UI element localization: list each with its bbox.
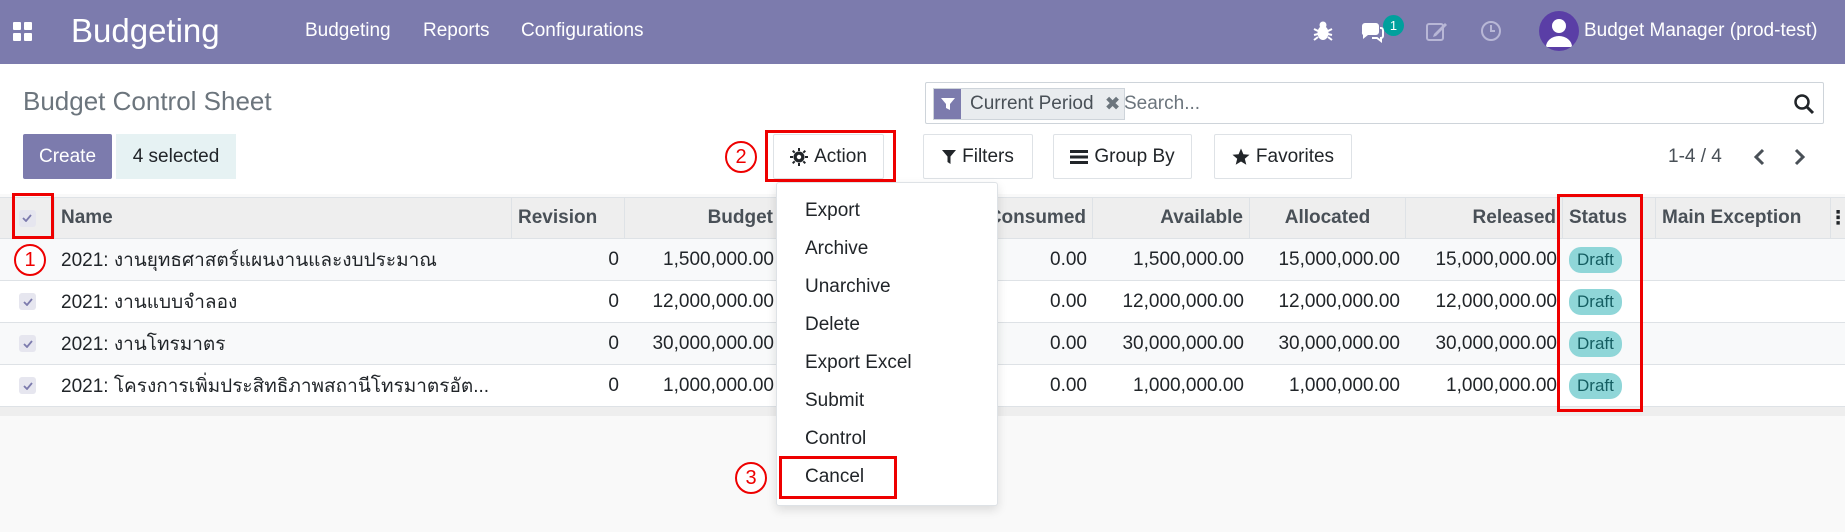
cell-released: 1,000,000.00	[1446, 374, 1557, 396]
clock-icon[interactable]	[1478, 18, 1504, 44]
cell-revision: 0	[608, 290, 619, 312]
cell-allocated: 15,000,000.00	[1278, 248, 1400, 270]
column-header-available[interactable]: Available	[1093, 198, 1250, 238]
row-checkbox[interactable]	[0, 281, 55, 322]
column-header-revision[interactable]: Revision	[512, 198, 625, 238]
message-count-badge: 1	[1383, 15, 1404, 36]
menu-item-submit[interactable]: Submit	[805, 390, 864, 412]
control-panel: Budget Control Sheet Current Period ✖ Cr…	[0, 64, 1845, 194]
facet-label: Current Period	[970, 93, 1094, 114]
cell-name: 2021: งานยุทธศาสตร์แผนงานและงบประมาณ	[61, 249, 437, 271]
menu-configurations[interactable]: Configurations	[521, 20, 644, 42]
menu-item-export[interactable]: Export	[805, 200, 860, 222]
menu-reports[interactable]: Reports	[423, 20, 490, 42]
menu-item-delete[interactable]: Delete	[805, 314, 860, 336]
cell-allocated: 12,000,000.00	[1278, 290, 1400, 312]
cell-main-exception	[1656, 281, 1831, 322]
cell-available: 30,000,000.00	[1122, 332, 1244, 354]
search-icon[interactable]	[1792, 92, 1816, 116]
menu-item-unarchive[interactable]: Unarchive	[805, 276, 891, 298]
cell-released: 30,000,000.00	[1435, 332, 1557, 354]
favorites-button[interactable]: Favorites	[1214, 134, 1352, 179]
column-header-budget[interactable]: Budget	[625, 198, 780, 238]
cell-main-exception	[1656, 239, 1831, 280]
search-box[interactable]: Current Period ✖	[925, 82, 1824, 124]
cell-budget: 1,500,000.00	[663, 248, 774, 270]
menu-budgeting[interactable]: Budgeting	[305, 20, 391, 42]
pager-next-icon[interactable]	[1787, 144, 1813, 170]
user-menu[interactable]: Budget Manager (prod-test)	[1584, 20, 1817, 42]
column-header-main-exception[interactable]: Main Exception	[1656, 198, 1831, 238]
favorites-label: Favorites	[1255, 145, 1335, 167]
page-title: Budget Control Sheet	[23, 86, 272, 116]
annotation-highlight-action	[765, 130, 896, 182]
search-input[interactable]	[1124, 90, 1744, 118]
annotation-highlight-select-all	[12, 193, 54, 239]
cell-main-exception	[1656, 365, 1831, 406]
groupby-button[interactable]: Group By	[1053, 134, 1192, 179]
apps-icon[interactable]	[13, 22, 32, 41]
menu-item-archive[interactable]: Archive	[805, 238, 868, 260]
star-icon	[1232, 148, 1250, 165]
column-header-released[interactable]: Released	[1406, 198, 1563, 238]
cell-budget: 30,000,000.00	[652, 332, 774, 354]
cell-allocated: 1,000,000.00	[1289, 374, 1400, 396]
annotation-highlight-status	[1557, 194, 1643, 412]
facet-remove-icon[interactable]: ✖	[1102, 89, 1124, 119]
avatar[interactable]	[1539, 11, 1579, 51]
annotation-highlight-cancel	[779, 456, 897, 499]
optional-columns-icon[interactable]: ⋮	[1831, 198, 1845, 238]
chat-icon[interactable]	[1359, 18, 1385, 44]
cell-released: 12,000,000.00	[1435, 290, 1557, 312]
annotation-step-1: 1	[14, 244, 46, 276]
menu-item-export-excel[interactable]: Export Excel	[805, 352, 912, 374]
selected-count: 4 selected	[116, 134, 236, 179]
cell-name: 2021: งานโทรมาตร	[61, 333, 226, 355]
pager-previous-icon[interactable]	[1746, 144, 1772, 170]
cell-released: 15,000,000.00	[1435, 248, 1557, 270]
cell-available: 12,000,000.00	[1122, 290, 1244, 312]
filters-button[interactable]: Filters	[923, 134, 1033, 179]
filter-icon	[934, 89, 961, 119]
search-facet: Current Period ✖	[933, 88, 1125, 120]
cell-revision: 0	[608, 374, 619, 396]
cell-allocated: 30,000,000.00	[1278, 332, 1400, 354]
filters-label: Filters	[962, 145, 1014, 167]
menu-item-control[interactable]: Control	[805, 428, 866, 450]
top-navbar: Budgeting Budgeting Reports Configuratio…	[0, 0, 1845, 64]
cell-budget: 1,000,000.00	[663, 374, 774, 396]
cell-name: 2021: โครงการเพิ่มประสิทธิภาพสถานีโทรมาต…	[61, 375, 490, 397]
pager-value[interactable]: 1-4 / 4	[1668, 146, 1722, 168]
cell-main-exception	[1656, 323, 1831, 364]
list-icon	[1070, 149, 1089, 164]
annotation-step-2: 2	[725, 141, 757, 173]
annotation-step-3: 3	[735, 462, 767, 494]
bug-icon[interactable]	[1310, 18, 1336, 44]
filter-icon	[942, 149, 957, 164]
cell-revision: 0	[608, 248, 619, 270]
cell-revision: 0	[608, 332, 619, 354]
cell-available: 1,500,000.00	[1133, 248, 1244, 270]
create-button[interactable]: Create	[23, 134, 112, 179]
column-header-allocated[interactable]: Allocated	[1250, 198, 1406, 238]
column-header-name[interactable]: Name	[55, 198, 512, 238]
edit-icon[interactable]	[1424, 18, 1450, 44]
cell-budget: 12,000,000.00	[652, 290, 774, 312]
app-brand[interactable]: Budgeting	[71, 12, 220, 50]
cell-available: 1,000,000.00	[1133, 374, 1244, 396]
row-checkbox[interactable]	[0, 323, 55, 364]
groupby-label: Group By	[1094, 145, 1175, 167]
row-checkbox[interactable]	[0, 365, 55, 406]
cell-name: 2021: งานแบบจำลอง	[61, 291, 238, 313]
